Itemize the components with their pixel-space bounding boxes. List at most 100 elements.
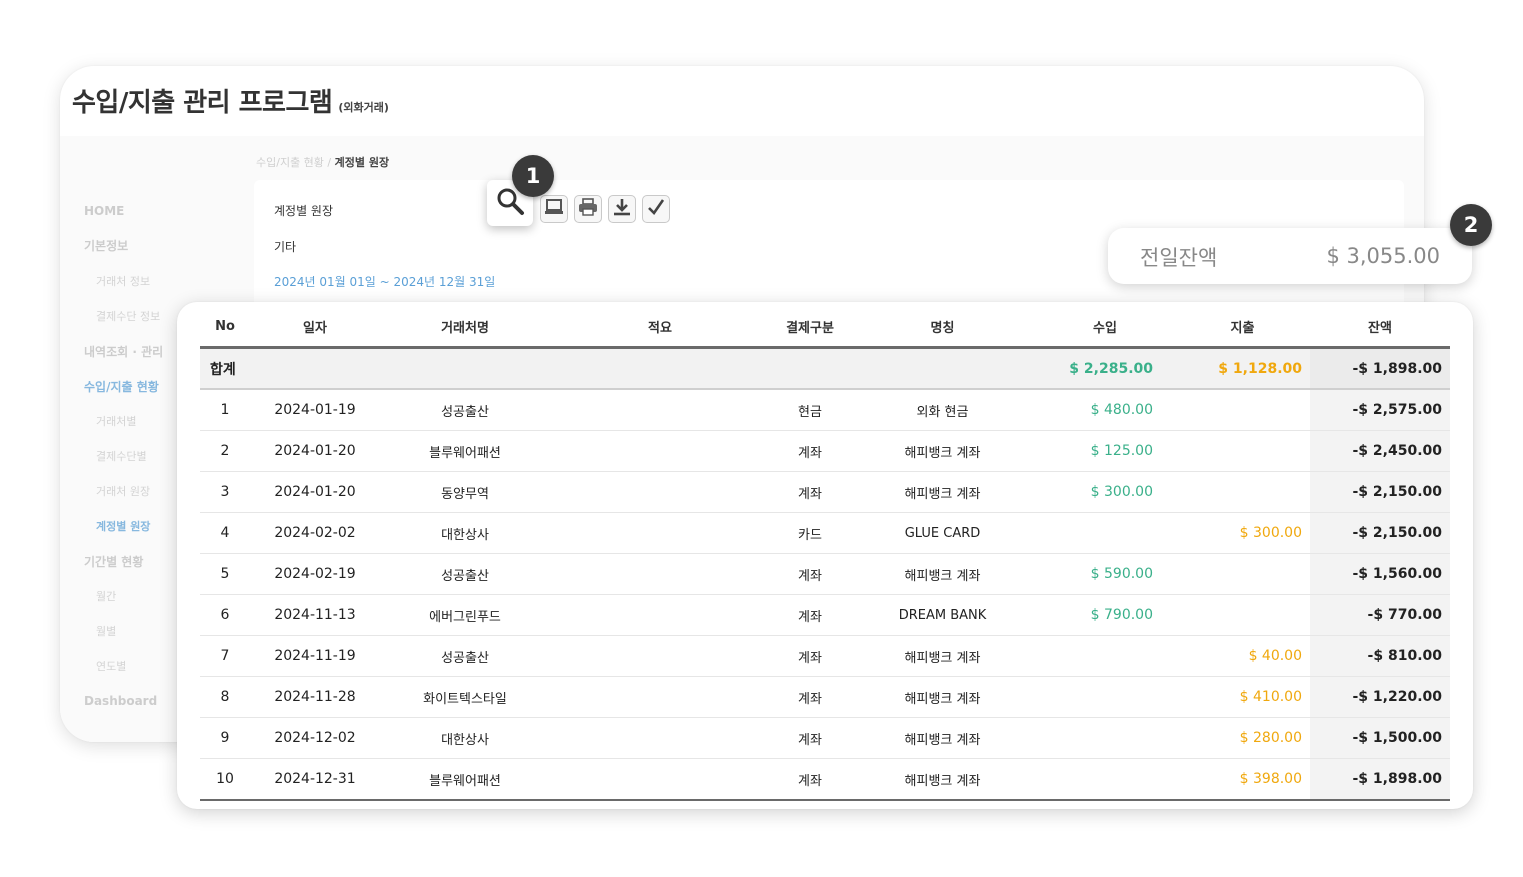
- cell-no: 6: [200, 594, 250, 636]
- sidebar-item-by-payment[interactable]: 결제수단별: [96, 448, 147, 464]
- cell-expense: [1175, 389, 1310, 431]
- cell-name: 해피뱅크 계좌: [850, 430, 1035, 472]
- callout-badge-2: 2: [1450, 204, 1492, 246]
- date-range[interactable]: 2024년 01월 01일 ~ 2024년 12월 31일: [274, 273, 495, 290]
- sidebar-item-dashboard[interactable]: Dashboard: [84, 694, 157, 708]
- sidebar-item-payment-info[interactable]: 결제수단 정보: [96, 308, 160, 324]
- sidebar-item-home[interactable]: HOME: [84, 204, 124, 218]
- cell-payment-type: 계좌: [770, 676, 850, 718]
- cell-income: $ 790.00: [1035, 594, 1175, 636]
- cell-vendor: 동양무역: [380, 471, 550, 513]
- cell-no: 4: [200, 512, 250, 554]
- sidebar-item-period-status[interactable]: 기간별 현황: [84, 553, 143, 570]
- cell-no: 3: [200, 471, 250, 513]
- cell-income: $ 590.00: [1035, 553, 1175, 595]
- cell-memo: [550, 676, 770, 718]
- col-header-income[interactable]: 수입: [1035, 306, 1175, 349]
- cell-date: 2024-12-02: [250, 717, 380, 759]
- cell-balance: -$ 2,150.00: [1310, 512, 1450, 554]
- check-icon: [647, 198, 665, 220]
- ledger-table: No 일자 거래처명 적요 결제구분 명칭 수입 지출 잔액 합계 $ 2,28…: [200, 306, 1450, 801]
- cell-payment-type: 카드: [770, 512, 850, 554]
- cell-balance: -$ 1,560.00: [1310, 553, 1450, 595]
- sidebar-item-vendor-ledger[interactable]: 거래처 원장: [96, 483, 150, 499]
- laptop-icon: [544, 198, 564, 220]
- sidebar-item-vendor-info[interactable]: 거래처 정보: [96, 273, 150, 289]
- cell-date: 2024-01-20: [250, 430, 380, 472]
- cell-payment-type: 계좌: [770, 430, 850, 472]
- sidebar-item-yearly[interactable]: 연도별: [96, 658, 126, 674]
- cell-name: 해피뱅크 계좌: [850, 717, 1035, 759]
- table-row[interactable]: 3 2024-01-20 동양무역 계좌 해피뱅크 계좌 $ 300.00 -$ 2,150…: [200, 471, 1450, 513]
- col-header-no[interactable]: No: [200, 306, 250, 349]
- cell-balance: -$ 1,220.00: [1310, 676, 1450, 718]
- previous-balance-label: 전일잔액: [1140, 246, 1218, 270]
- cell-expense: [1175, 594, 1310, 636]
- screen-view-button[interactable]: [540, 195, 568, 223]
- table-row[interactable]: 5 2024-02-19 성공출산 계좌 해피뱅크 계좌 $ 590.00 -$ 1,560…: [200, 553, 1450, 595]
- confirm-button[interactable]: [642, 195, 670, 223]
- cell-payment-type: 계좌: [770, 471, 850, 513]
- cell-vendor: 성공출산: [380, 635, 550, 677]
- col-header-balance[interactable]: 잔액: [1310, 306, 1450, 349]
- table-row[interactable]: 4 2024-02-02 대한상사 카드 GLUE CARD $ 300.00 -$ 2,1…: [200, 512, 1450, 554]
- previous-balance-card: 전일잔액 $ 3,055.00: [1108, 228, 1472, 284]
- cell-income: $ 480.00: [1035, 389, 1175, 431]
- table-row[interactable]: 1 2024-01-19 성공출산 현금 외화 현금 $ 480.00 -$ 2,575.0…: [200, 389, 1450, 431]
- col-header-memo[interactable]: 적요: [550, 306, 770, 349]
- table-row[interactable]: 6 2024-11-13 에버그린푸드 계좌 DREAM BANK $ 790.00 -$ …: [200, 594, 1450, 636]
- cell-date: 2024-11-28: [250, 676, 380, 718]
- print-icon: [578, 198, 598, 220]
- cell-expense: $ 398.00: [1175, 758, 1310, 801]
- cell-income: $ 125.00: [1035, 430, 1175, 472]
- cell-no: 5: [200, 553, 250, 595]
- table-row[interactable]: 9 2024-12-02 대한상사 계좌 해피뱅크 계좌 $ 280.00 -$ 1,500…: [200, 717, 1450, 759]
- cell-income: [1035, 758, 1175, 801]
- table-row[interactable]: 7 2024-11-19 성공출산 계좌 해피뱅크 계좌 $ 40.00 -$ 810.00: [200, 635, 1450, 677]
- cell-income: [1035, 512, 1175, 554]
- cell-date: 2024-01-19: [250, 389, 380, 431]
- breadcrumb-parent[interactable]: 수입/지출 현황: [256, 156, 324, 169]
- sidebar-item-history[interactable]: 내역조회 · 관리: [84, 343, 163, 360]
- total-balance: -$ 1,898.00: [1310, 347, 1450, 390]
- cell-expense: $ 410.00: [1175, 676, 1310, 718]
- col-header-name[interactable]: 명칭: [850, 306, 1035, 349]
- print-button[interactable]: [574, 195, 602, 223]
- ledger-table-window: No 일자 거래처명 적요 결제구분 명칭 수입 지출 잔액 합계 $ 2,28…: [177, 302, 1473, 809]
- cell-no: 1: [200, 389, 250, 431]
- cell-income: [1035, 635, 1175, 677]
- sidebar-item-basic-info[interactable]: 기본정보: [84, 237, 128, 254]
- download-button[interactable]: [608, 195, 636, 223]
- sidebar-item-account-ledger[interactable]: 계정별 원장: [96, 518, 150, 534]
- empty-cell: [550, 347, 770, 390]
- cell-memo: [550, 758, 770, 801]
- cell-expense: [1175, 471, 1310, 513]
- cell-expense: [1175, 553, 1310, 595]
- sidebar-item-monthly-period[interactable]: 월간: [96, 588, 116, 604]
- cell-name: 해피뱅크 계좌: [850, 553, 1035, 595]
- cell-expense: [1175, 430, 1310, 472]
- cell-name: GLUE CARD: [850, 512, 1035, 554]
- sidebar-item-by-vendor[interactable]: 거래처별: [96, 413, 136, 429]
- cell-date: 2024-12-31: [250, 758, 380, 801]
- cell-balance: -$ 2,575.00: [1310, 389, 1450, 431]
- cell-no: 8: [200, 676, 250, 718]
- table-row[interactable]: 8 2024-11-28 화이트텍스타일 계좌 해피뱅크 계좌 $ 410.00 -$ 1,…: [200, 676, 1450, 718]
- cell-memo: [550, 430, 770, 472]
- cell-date: 2024-02-19: [250, 553, 380, 595]
- cell-name: 해피뱅크 계좌: [850, 676, 1035, 718]
- empty-cell: [770, 347, 850, 390]
- empty-cell: [250, 347, 380, 390]
- table-row[interactable]: 2 2024-01-20 블루웨어패션 계좌 해피뱅크 계좌 $ 125.00 -$ 2,4…: [200, 430, 1450, 472]
- col-header-date[interactable]: 일자: [250, 306, 380, 349]
- col-header-expense[interactable]: 지출: [1175, 306, 1310, 349]
- sidebar-item-income-expense-status[interactable]: 수입/지출 현황: [84, 378, 159, 395]
- cell-balance: -$ 1,898.00: [1310, 758, 1450, 801]
- cell-vendor: 대한상사: [380, 717, 550, 759]
- sidebar-item-monthly[interactable]: 월별: [96, 623, 116, 639]
- table-row[interactable]: 10 2024-12-31 블루웨어패션 계좌 해피뱅크 계좌 $ 398.00 -$ 1,…: [200, 758, 1450, 801]
- cell-date: 2024-02-02: [250, 512, 380, 554]
- cell-vendor: 에버그린푸드: [380, 594, 550, 636]
- col-header-vendor[interactable]: 거래처명: [380, 306, 550, 349]
- col-header-payment-type[interactable]: 결제구분: [770, 306, 850, 349]
